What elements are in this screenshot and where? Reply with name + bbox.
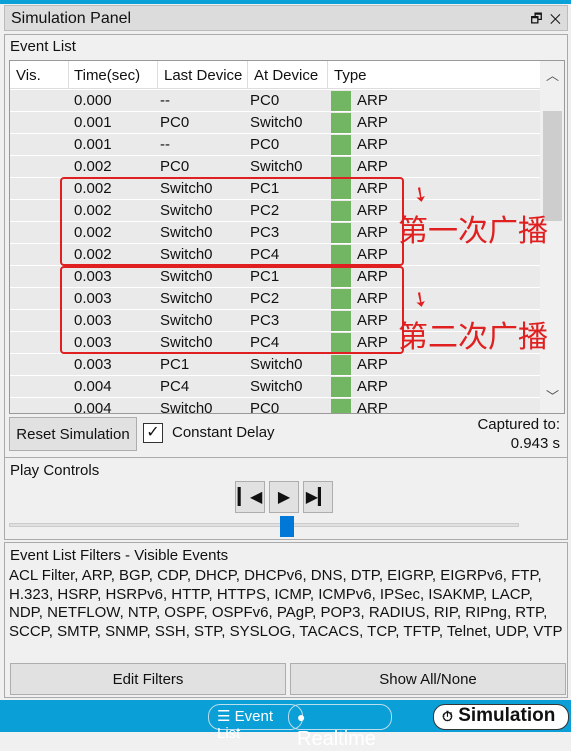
cell-time: 0.001 (74, 136, 112, 153)
play-button[interactable]: ▶ (269, 481, 299, 513)
step-back-icon: ▎◀ (237, 489, 263, 506)
step-forward-button[interactable]: ▶▎ (303, 481, 333, 513)
cell-type: ARP (357, 92, 388, 109)
play-controls-label: Play Controls (10, 462, 100, 479)
col-at-device[interactable]: At Device (254, 67, 318, 84)
cell-type: ARP (357, 136, 388, 153)
annotation-box-second (60, 266, 404, 354)
cell-type: ARP (357, 356, 388, 373)
type-color-swatch (331, 135, 351, 155)
constant-delay-checkbox[interactable]: ✓ (143, 423, 163, 443)
cell-type: ARP (357, 114, 388, 131)
type-color-swatch (331, 377, 351, 397)
cell-time: 0.004 (74, 378, 112, 395)
table-row[interactable]: 0.003 PC1 Switch0 ARP (10, 354, 541, 376)
cell-type: ARP (357, 400, 388, 414)
cell-time: 0.003 (74, 356, 112, 373)
table-row[interactable]: 0.004 Switch0 PC0 ARP (10, 398, 541, 414)
event-list-label: Event List (10, 38, 76, 55)
type-color-swatch (331, 91, 351, 111)
constant-delay-label: Constant Delay (172, 424, 275, 441)
col-vis[interactable]: Vis. (16, 67, 41, 84)
table-row[interactable]: 0.001 -- PC0 ARP (10, 134, 541, 156)
top-accent-bar (0, 0, 571, 4)
reset-simulation-button[interactable]: Reset Simulation (9, 417, 137, 451)
step-back-button[interactable]: ▎◀ (235, 481, 265, 513)
cell-at-device: PC0 (250, 92, 280, 109)
tab-simulation[interactable]: ⏱ Simulation (433, 704, 569, 730)
cell-at-device: PC0 (250, 136, 280, 153)
scroll-down-icon[interactable]: ﹀ (546, 386, 559, 405)
cell-last-device: Switch0 (160, 400, 213, 414)
cell-time: 0.004 (74, 400, 112, 414)
cell-time: 0.002 (74, 158, 112, 175)
annotation-second: 第二次广播 (398, 320, 548, 355)
cell-time: 0.000 (74, 92, 112, 109)
filters-list: ACL Filter, ARP, BGP, CDP, DHCP, DHCPv6,… (9, 567, 563, 640)
cell-last-device: PC0 (160, 158, 190, 175)
scrollbar-thumb[interactable] (543, 111, 562, 221)
type-color-swatch (331, 399, 351, 413)
panel-title: Simulation Panel (11, 10, 132, 27)
table-row[interactable]: 0.002 PC0 Switch0 ARP (10, 156, 541, 178)
type-color-swatch (331, 157, 351, 177)
restore-icon[interactable]: 🗗 (530, 11, 542, 26)
captured-label: Captured to: (477, 416, 560, 433)
cell-at-device: Switch0 (250, 158, 303, 175)
playback-slider-track[interactable] (9, 523, 519, 527)
clock-icon: ● (297, 709, 306, 725)
type-color-swatch (331, 113, 351, 133)
play-icon: ▶ (277, 489, 291, 506)
filters-label: Event List Filters - Visible Events (10, 547, 229, 564)
cell-last-device: -- (160, 92, 170, 109)
table-header: Vis. Time(sec) Last Device At Device Typ… (10, 61, 541, 89)
show-all-none-button[interactable]: Show All/None (290, 663, 566, 695)
tab-realtime[interactable]: ● Realtime (288, 704, 392, 750)
cell-at-device: Switch0 (250, 378, 303, 395)
cell-type: ARP (357, 378, 388, 395)
cell-time: 0.001 (74, 114, 112, 131)
captured-value: 0.943 s (510, 435, 560, 452)
panel-titlebar: Simulation Panel 🗗 ✕ (4, 5, 568, 31)
col-last-device[interactable]: Last Device (164, 67, 248, 84)
col-time[interactable]: Time(sec) (74, 67, 140, 84)
table-row[interactable]: 0.001 PC0 Switch0 ARP (10, 112, 541, 134)
cell-at-device: Switch0 (250, 114, 303, 131)
close-icon[interactable]: ✕ (550, 11, 561, 26)
playback-slider-thumb[interactable] (280, 516, 294, 537)
cell-at-device: Switch0 (250, 356, 303, 373)
type-color-swatch (331, 355, 351, 375)
annotation-first: 第一次广播 (398, 214, 548, 249)
cell-type: ARP (357, 158, 388, 175)
cell-last-device: PC1 (160, 356, 190, 373)
cell-last-device: -- (160, 136, 170, 153)
stopwatch-icon: ⏱ (442, 708, 453, 724)
table-row[interactable]: 0.004 PC4 Switch0 ARP (10, 376, 541, 398)
annotation-box-first (60, 177, 404, 266)
edit-filters-button[interactable]: Edit Filters (10, 663, 286, 695)
table-row[interactable]: 0.000 -- PC0 ARP (10, 90, 541, 112)
bottom-tab-bar: ☰ Event List ● Realtime ⏱ Simulation (0, 700, 571, 750)
cell-last-device: PC0 (160, 114, 190, 131)
step-forward-icon: ▶▎ (305, 489, 331, 506)
col-type[interactable]: Type (334, 67, 367, 84)
cell-at-device: PC0 (250, 400, 280, 414)
cell-last-device: PC4 (160, 378, 190, 395)
scroll-up-icon[interactable]: ︿ (546, 65, 559, 84)
event-list-icon: ☰ (217, 708, 231, 725)
